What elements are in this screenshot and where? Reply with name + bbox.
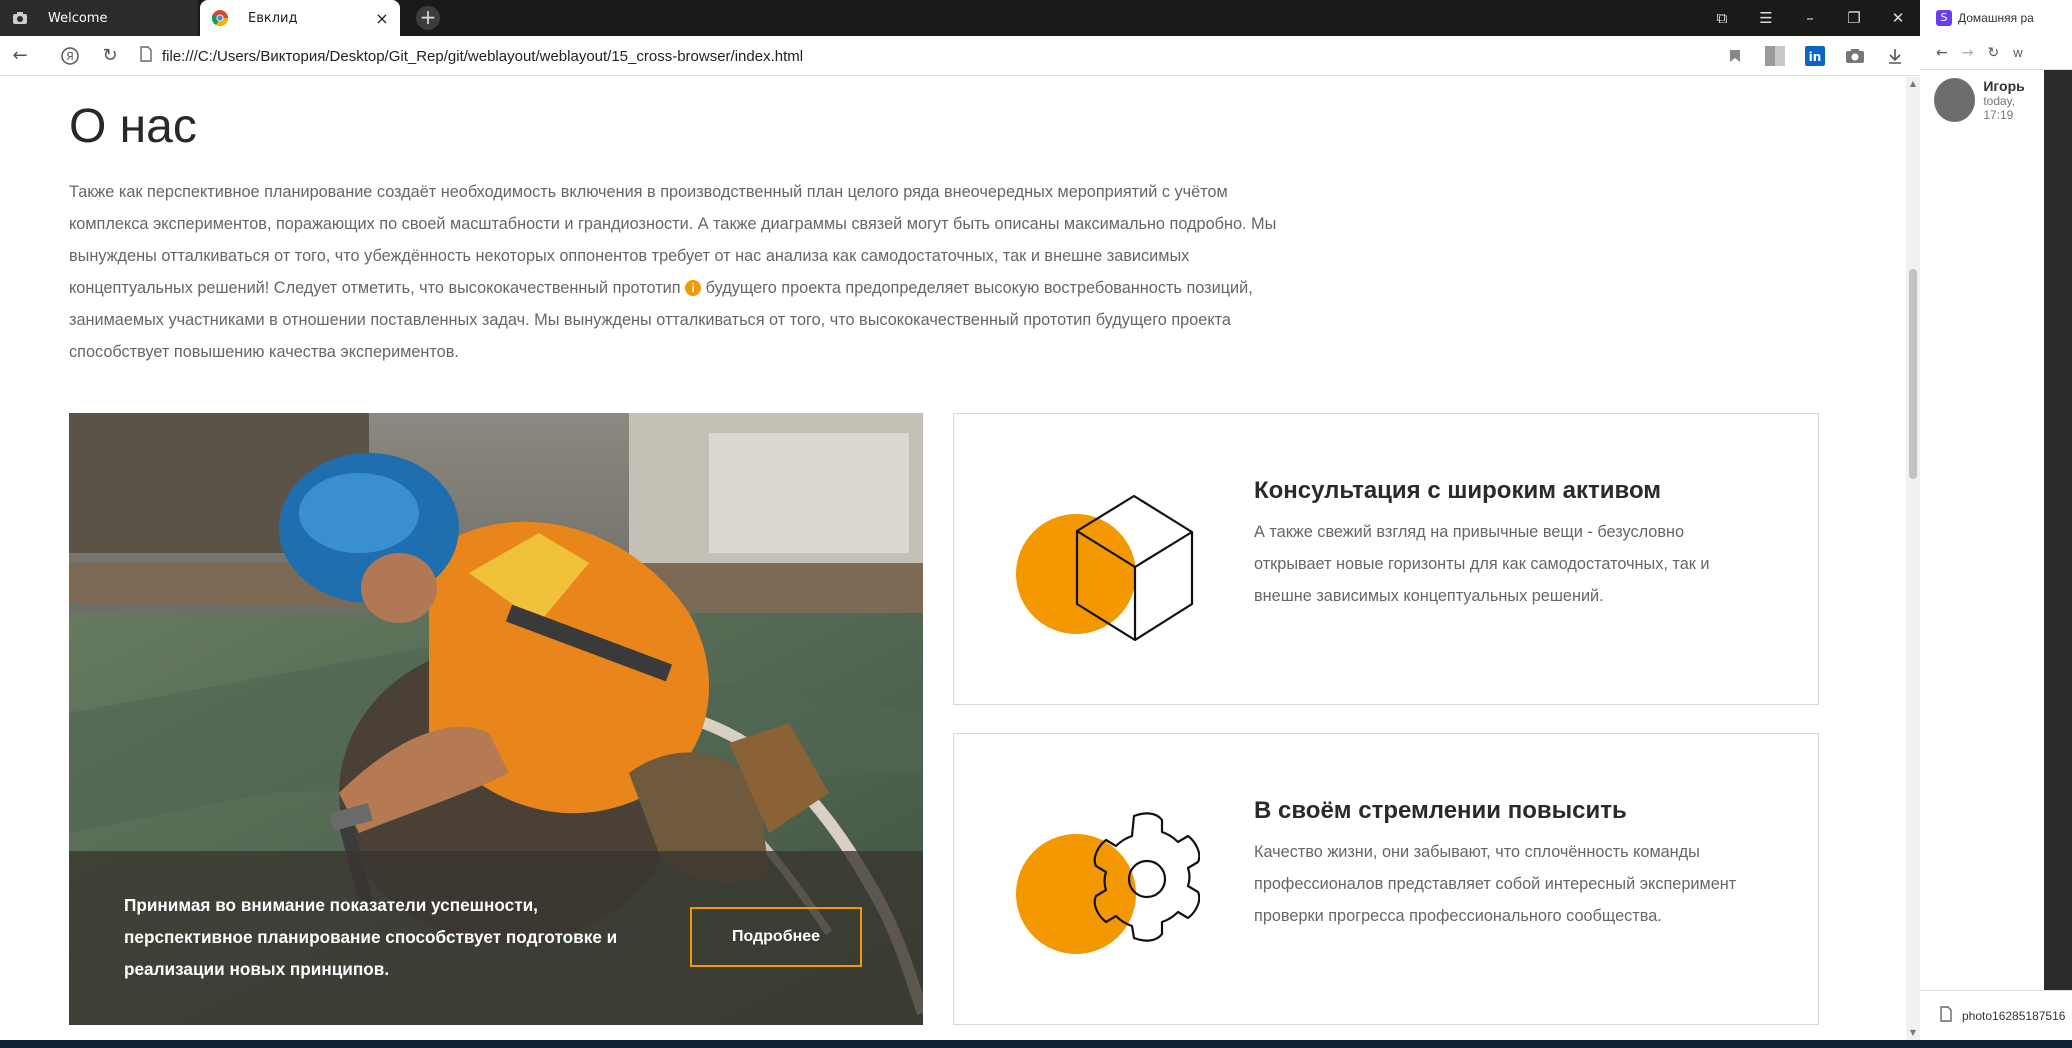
vertical-scrollbar[interactable]: ▲ ▼ bbox=[1906, 77, 1920, 1040]
page-viewport: О нас Также как перспективное планирован… bbox=[0, 77, 1906, 1040]
worker-photo-card: Принимая во внимание показатели успешнос… bbox=[69, 413, 923, 1025]
secondary-tab-bar: S Домашняя ра bbox=[1920, 0, 2072, 36]
file-icon bbox=[1940, 1006, 1952, 1025]
secondary-address-bar: ← → ↻ w bbox=[1920, 36, 2072, 70]
chat-timestamp: today, 17:19 bbox=[1983, 94, 2016, 122]
scroll-down-arrow-icon[interactable]: ▼ bbox=[1906, 1026, 1920, 1040]
url-field[interactable]: file:///C:/Users/Виктория/Desktop/Git_Re… bbox=[140, 42, 803, 70]
scroll-up-arrow-icon[interactable]: ▲ bbox=[1906, 77, 1920, 91]
close-window-icon[interactable]: ✕ bbox=[1876, 9, 1920, 27]
page-title: О нас bbox=[69, 100, 197, 153]
tab-title: Евклид bbox=[248, 10, 298, 26]
cube-icon bbox=[1016, 494, 1194, 642]
svg-text:Я: Я bbox=[66, 50, 74, 63]
card-title: В своём стремлении повысить bbox=[1254, 797, 1627, 824]
reload-icon[interactable]: ↻ bbox=[1987, 45, 1999, 61]
download-bar[interactable]: photo16285187516 bbox=[1920, 990, 2072, 1040]
chrome-icon bbox=[212, 10, 228, 26]
new-tab-button[interactable]: + bbox=[416, 6, 440, 30]
intro-paragraph: Также как перспективное планирование соз… bbox=[69, 176, 1309, 368]
url-text: file:///C:/Users/Виктория/Desktop/Git_Re… bbox=[162, 47, 804, 65]
secondary-tab-title[interactable]: Домашняя ра bbox=[1958, 11, 2034, 25]
svg-text:in: in bbox=[1809, 50, 1822, 64]
secondary-url-partial[interactable]: w bbox=[2013, 45, 2022, 60]
tabs-overview-icon[interactable]: ⧉ bbox=[1700, 9, 1744, 27]
back-icon[interactable]: ← bbox=[4, 40, 36, 72]
bookmark-icon[interactable] bbox=[1724, 45, 1746, 67]
card-text: Качество жизни, они забывают, что сплочё… bbox=[1254, 843, 1737, 925]
feature-card-consultation: Консультация с широким активом А также с… bbox=[953, 413, 1819, 705]
feature-card-aspiration: В своём стремлении повысить Качество жиз… bbox=[953, 733, 1819, 1025]
reload-icon[interactable]: ↻ bbox=[94, 40, 126, 72]
restore-icon[interactable]: ❐ bbox=[1832, 9, 1876, 27]
toolbar-icons: in bbox=[1724, 36, 1906, 76]
tab-bar: Welcome Евклид × + ⧉ ☰ – ❐ ✕ bbox=[0, 0, 1920, 36]
download-filename: photo16285187516 bbox=[1962, 1008, 2066, 1023]
scroll-thumb[interactable] bbox=[1909, 269, 1917, 479]
gear-icon bbox=[1016, 812, 1200, 954]
file-icon bbox=[140, 46, 152, 66]
card-text: А также свежий взгляд на привычные вещи … bbox=[1254, 523, 1710, 605]
back-icon[interactable]: ← bbox=[1936, 45, 1948, 61]
close-tab-icon[interactable]: × bbox=[372, 9, 392, 28]
info-icon[interactable]: i bbox=[685, 280, 702, 296]
extension-icon[interactable] bbox=[1764, 45, 1786, 67]
forward-icon[interactable]: → bbox=[1962, 45, 1974, 61]
chat-user-entry[interactable]: Игорь today, 17:19 bbox=[1934, 78, 2044, 122]
taskbar bbox=[0, 1040, 2072, 1048]
window-controls: ⧉ ☰ – ❐ ✕ bbox=[1700, 0, 1920, 36]
yandex-icon[interactable]: Я bbox=[54, 40, 86, 72]
linkedin-icon[interactable]: in bbox=[1804, 45, 1826, 67]
secondary-browser-window: S Домашняя ра ← → ↻ w Игорь today, 17:19… bbox=[1920, 0, 2072, 1040]
more-button[interactable]: Подробнее bbox=[690, 907, 862, 967]
minimize-icon[interactable]: – bbox=[1788, 9, 1832, 27]
download-icon[interactable] bbox=[1884, 45, 1906, 67]
chat-user-name: Игорь bbox=[1983, 78, 2025, 94]
photo-caption: Принимая во внимание показатели успешнос… bbox=[124, 895, 618, 979]
camera-icon bbox=[12, 10, 28, 26]
browser-window: Welcome Евклид × + ⧉ ☰ – ❐ ✕ ← Я ↻ file:… bbox=[0, 0, 1920, 1040]
site-favicon-icon: S bbox=[1936, 10, 1952, 26]
chat-panel: Игорь today, 17:19 bbox=[1920, 70, 2044, 990]
menu-icon[interactable]: ☰ bbox=[1744, 9, 1788, 27]
card-title: Консультация с широким активом bbox=[1254, 477, 1662, 504]
tab-title: Welcome bbox=[48, 10, 108, 26]
chat-side-rail bbox=[2044, 70, 2072, 990]
photo-overlay: Принимая во внимание показатели успешнос… bbox=[69, 851, 923, 1025]
screenshot-icon[interactable] bbox=[1844, 45, 1866, 67]
tab-euclid[interactable]: Евклид × bbox=[200, 0, 400, 36]
address-bar: ← Я ↻ file:///C:/Users/Виктория/Desktop/… bbox=[0, 36, 1920, 76]
avatar bbox=[1934, 78, 1976, 122]
tab-welcome[interactable]: Welcome bbox=[0, 0, 198, 36]
